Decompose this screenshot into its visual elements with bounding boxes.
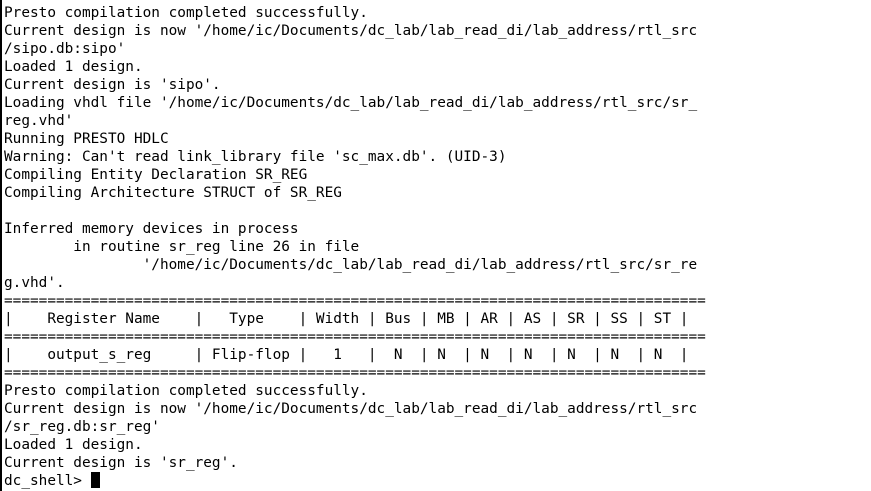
output-line: /sr_reg.db:sr_reg' bbox=[4, 419, 160, 435]
output-line: Current design is now '/home/ic/Document… bbox=[4, 401, 698, 417]
output-line: Running PRESTO HDLC bbox=[4, 131, 169, 147]
output-line: ========================================… bbox=[4, 365, 706, 381]
terminal-output: Presto compilation completed successfull… bbox=[2, 4, 706, 472]
shell-prompt: dc_shell> bbox=[4, 473, 91, 489]
output-line: ========================================… bbox=[4, 293, 706, 309]
output-line: | output_s_reg | Flip-flop | 1 | N | N |… bbox=[4, 347, 689, 363]
output-line: | Register Name | Type | Width | Bus | M… bbox=[4, 311, 689, 327]
output-line: Compiling Entity Declaration SR_REG bbox=[4, 167, 308, 183]
output-line: Current design is now '/home/ic/Document… bbox=[4, 23, 698, 39]
output-line: /sipo.db:sipo' bbox=[4, 41, 126, 57]
output-line: reg.vhd' bbox=[4, 113, 74, 129]
output-line: Presto compilation completed successfull… bbox=[4, 5, 368, 21]
output-line: Loaded 1 design. bbox=[4, 59, 143, 75]
text-cursor bbox=[90, 472, 100, 488]
prompt-line[interactable]: dc_shell> bbox=[2, 472, 100, 490]
output-line: Presto compilation completed successfull… bbox=[4, 383, 368, 399]
output-line: Loading vhdl file '/home/ic/Documents/dc… bbox=[4, 95, 698, 111]
terminal-window[interactable]: Presto compilation completed successfull… bbox=[0, 0, 871, 491]
output-line: Compiling Architecture STRUCT of SR_REG bbox=[4, 185, 342, 201]
output-line: g.vhd'. bbox=[4, 275, 65, 291]
output-line: Current design is 'sipo'. bbox=[4, 77, 221, 93]
output-line: ========================================… bbox=[4, 329, 706, 345]
output-line: '/home/ic/Documents/dc_lab/lab_read_di/l… bbox=[4, 257, 698, 273]
output-line: Inferred memory devices in process bbox=[4, 221, 299, 237]
output-line: Loaded 1 design. bbox=[4, 437, 143, 453]
output-line: Current design is 'sr_reg'. bbox=[4, 455, 238, 471]
output-line: Warning: Can't read link_library file 's… bbox=[4, 149, 507, 165]
output-line: in routine sr_reg line 26 in file bbox=[4, 239, 360, 255]
